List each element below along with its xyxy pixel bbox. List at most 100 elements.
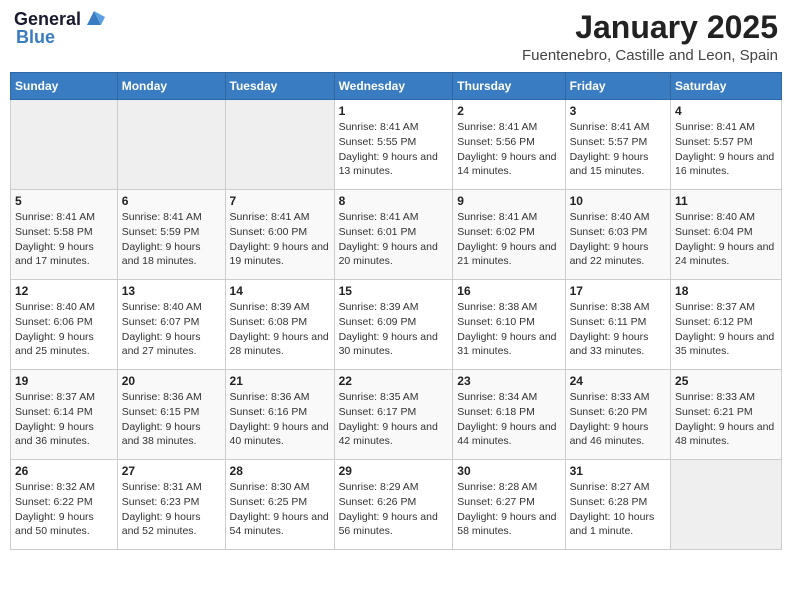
day-number: 24 — [570, 374, 666, 388]
calendar-weekday-saturday: Saturday — [671, 73, 782, 100]
day-number: 21 — [230, 374, 330, 388]
day-number: 3 — [570, 104, 666, 118]
calendar-day-24: 24Sunrise: 8:33 AMSunset: 6:20 PMDayligh… — [565, 370, 670, 460]
calendar-table: SundayMondayTuesdayWednesdayThursdayFrid… — [10, 72, 782, 550]
day-info: Sunrise: 8:38 AMSunset: 6:10 PMDaylight:… — [457, 300, 560, 359]
logo: General Blue — [14, 10, 105, 48]
day-info: Sunrise: 8:34 AMSunset: 6:18 PMDaylight:… — [457, 390, 560, 449]
day-info: Sunrise: 8:35 AMSunset: 6:17 PMDaylight:… — [339, 390, 449, 449]
calendar-day-19: 19 Sunrise: 8:37 AMSunset: 6:14 PMDayligh… — [11, 370, 118, 460]
page-header: General Blue January 2025 Fuentenebro, C… — [10, 10, 782, 64]
day-info: Sunrise: 8:41 AMSunset: 5:57 PMDaylight:… — [675, 120, 777, 179]
day-number: 10 — [570, 194, 666, 208]
calendar-day-27: 27Sunrise: 8:31 AMSunset: 6:23 PMDayligh… — [117, 460, 225, 550]
title-block: January 2025 Fuentenebro, Castille and L… — [522, 10, 778, 64]
day-number: 19 — [15, 374, 113, 388]
calendar-day-7: 7 Sunrise: 8:41 AMSunset: 6:00 PMDaylight… — [225, 190, 334, 280]
logo-icon — [83, 7, 105, 29]
calendar-day-30: 30Sunrise: 8:28 AMSunset: 6:27 PMDayligh… — [453, 460, 565, 550]
calendar-day-25: 25Sunrise: 8:33 AMSunset: 6:21 PMDayligh… — [671, 370, 782, 460]
day-number: 17 — [570, 284, 666, 298]
calendar-day-12: 12 Sunrise: 8:40 AMSunset: 6:06 PMDayligh… — [11, 280, 118, 370]
subtitle: Fuentenebro, Castille and Leon, Spain — [522, 47, 778, 64]
day-number: 31 — [570, 464, 666, 478]
day-info: Sunrise: 8:27 AMSunset: 6:28 PMDaylight:… — [570, 480, 666, 539]
day-info: Sunrise: 8:32 AMSunset: 6:22 PMDaylight:… — [15, 480, 113, 539]
page-wrapper: General Blue January 2025 Fuentenebro, C… — [10, 10, 782, 550]
calendar-week-row: 19 Sunrise: 8:37 AMSunset: 6:14 PMDayligh… — [11, 370, 782, 460]
day-number: 8 — [339, 194, 449, 208]
day-number: 2 — [457, 104, 560, 118]
calendar-day-16: 16 Sunrise: 8:38 AMSunset: 6:10 PMDayligh… — [453, 280, 565, 370]
day-info: Sunrise: 8:38 AMSunset: 6:11 PMDaylight:… — [570, 300, 666, 359]
calendar-header-row: SundayMondayTuesdayWednesdayThursdayFrid… — [11, 73, 782, 100]
day-number: 20 — [122, 374, 221, 388]
calendar-weekday-friday: Friday — [565, 73, 670, 100]
day-info: Sunrise: 8:30 AMSunset: 6:25 PMDaylight:… — [230, 480, 330, 539]
calendar-day-11: 11 Sunrise: 8:40 AMSunset: 6:04 PMDayligh… — [671, 190, 782, 280]
day-info: Sunrise: 8:41 AMSunset: 5:56 PMDaylight:… — [457, 120, 560, 179]
day-info: Sunrise: 8:41 AMSunset: 6:01 PMDaylight:… — [339, 210, 449, 269]
day-info: Sunrise: 8:29 AMSunset: 6:26 PMDaylight:… — [339, 480, 449, 539]
calendar-day-5: 5 Sunrise: 8:41 AMSunset: 5:58 PMDaylight… — [11, 190, 118, 280]
day-number: 14 — [230, 284, 330, 298]
day-info: Sunrise: 8:39 AMSunset: 6:09 PMDaylight:… — [339, 300, 449, 359]
calendar-day-1: 1Sunrise: 8:41 AMSunset: 5:55 PMDaylight… — [334, 100, 453, 190]
calendar-day-2: 2 Sunrise: 8:41 AMSunset: 5:56 PMDaylight… — [453, 100, 565, 190]
calendar-weekday-wednesday: Wednesday — [334, 73, 453, 100]
day-number: 6 — [122, 194, 221, 208]
day-number: 12 — [15, 284, 113, 298]
day-info: Sunrise: 8:41 AMSunset: 5:59 PMDaylight:… — [122, 210, 221, 269]
calendar-day-15: 15 Sunrise: 8:39 AMSunset: 6:09 PMDayligh… — [334, 280, 453, 370]
calendar-day-3: 3 Sunrise: 8:41 AMSunset: 5:57 PMDaylight… — [565, 100, 670, 190]
calendar-week-row: 1Sunrise: 8:41 AMSunset: 5:55 PMDaylight… — [11, 100, 782, 190]
calendar-day-18: 18Sunrise: 8:37 AMSunset: 6:12 PMDayligh… — [671, 280, 782, 370]
day-info: Sunrise: 8:41 AMSunset: 6:00 PMDaylight:… — [230, 210, 330, 269]
day-info: Sunrise: 8:37 AMSunset: 6:14 PMDaylight:… — [15, 390, 113, 449]
day-number: 28 — [230, 464, 330, 478]
day-info: Sunrise: 8:41 AMSunset: 5:58 PMDaylight:… — [15, 210, 113, 269]
day-number: 22 — [339, 374, 449, 388]
day-number: 9 — [457, 194, 560, 208]
calendar-empty-cell — [671, 460, 782, 550]
calendar-empty-cell — [225, 100, 334, 190]
day-info: Sunrise: 8:40 AMSunset: 6:03 PMDaylight:… — [570, 210, 666, 269]
calendar-week-row: 26 Sunrise: 8:32 AMSunset: 6:22 PMDayligh… — [11, 460, 782, 550]
calendar-day-31: 31 Sunrise: 8:27 AMSunset: 6:28 PMDayligh… — [565, 460, 670, 550]
day-info: Sunrise: 8:41 AMSunset: 5:57 PMDaylight:… — [570, 120, 666, 179]
calendar-day-21: 21 Sunrise: 8:36 AMSunset: 6:16 PMDayligh… — [225, 370, 334, 460]
day-number: 7 — [230, 194, 330, 208]
day-number: 15 — [339, 284, 449, 298]
calendar-day-9: 9 Sunrise: 8:41 AMSunset: 6:02 PMDaylight… — [453, 190, 565, 280]
calendar-day-10: 10 Sunrise: 8:40 AMSunset: 6:03 PMDayligh… — [565, 190, 670, 280]
day-info: Sunrise: 8:36 AMSunset: 6:16 PMDaylight:… — [230, 390, 330, 449]
calendar-day-22: 22 Sunrise: 8:35 AMSunset: 6:17 PMDayligh… — [334, 370, 453, 460]
calendar-day-29: 29 Sunrise: 8:29 AMSunset: 6:26 PMDayligh… — [334, 460, 453, 550]
day-info: Sunrise: 8:40 AMSunset: 6:04 PMDaylight:… — [675, 210, 777, 269]
calendar-day-23: 23Sunrise: 8:34 AMSunset: 6:18 PMDayligh… — [453, 370, 565, 460]
day-number: 5 — [15, 194, 113, 208]
day-info: Sunrise: 8:41 AMSunset: 6:02 PMDaylight:… — [457, 210, 560, 269]
day-number: 4 — [675, 104, 777, 118]
calendar-weekday-tuesday: Tuesday — [225, 73, 334, 100]
calendar-empty-cell — [11, 100, 118, 190]
day-info: Sunrise: 8:33 AMSunset: 6:21 PMDaylight:… — [675, 390, 777, 449]
calendar-day-20: 20 Sunrise: 8:36 AMSunset: 6:15 PMDayligh… — [117, 370, 225, 460]
day-info: Sunrise: 8:41 AMSunset: 5:55 PMDaylight:… — [339, 120, 449, 179]
calendar-day-26: 26 Sunrise: 8:32 AMSunset: 6:22 PMDayligh… — [11, 460, 118, 550]
calendar-week-row: 5 Sunrise: 8:41 AMSunset: 5:58 PMDaylight… — [11, 190, 782, 280]
day-number: 16 — [457, 284, 560, 298]
day-info: Sunrise: 8:36 AMSunset: 6:15 PMDaylight:… — [122, 390, 221, 449]
day-number: 27 — [122, 464, 221, 478]
day-number: 13 — [122, 284, 221, 298]
day-number: 11 — [675, 194, 777, 208]
calendar-day-8: 8 Sunrise: 8:41 AMSunset: 6:01 PMDaylight… — [334, 190, 453, 280]
calendar-weekday-monday: Monday — [117, 73, 225, 100]
calendar-day-13: 13Sunrise: 8:40 AMSunset: 6:07 PMDayligh… — [117, 280, 225, 370]
calendar-day-6: 6 Sunrise: 8:41 AMSunset: 5:59 PMDaylight… — [117, 190, 225, 280]
calendar-weekday-thursday: Thursday — [453, 73, 565, 100]
day-number: 29 — [339, 464, 449, 478]
day-info: Sunrise: 8:40 AMSunset: 6:06 PMDaylight:… — [15, 300, 113, 359]
day-number: 26 — [15, 464, 113, 478]
calendar-weekday-sunday: Sunday — [11, 73, 118, 100]
